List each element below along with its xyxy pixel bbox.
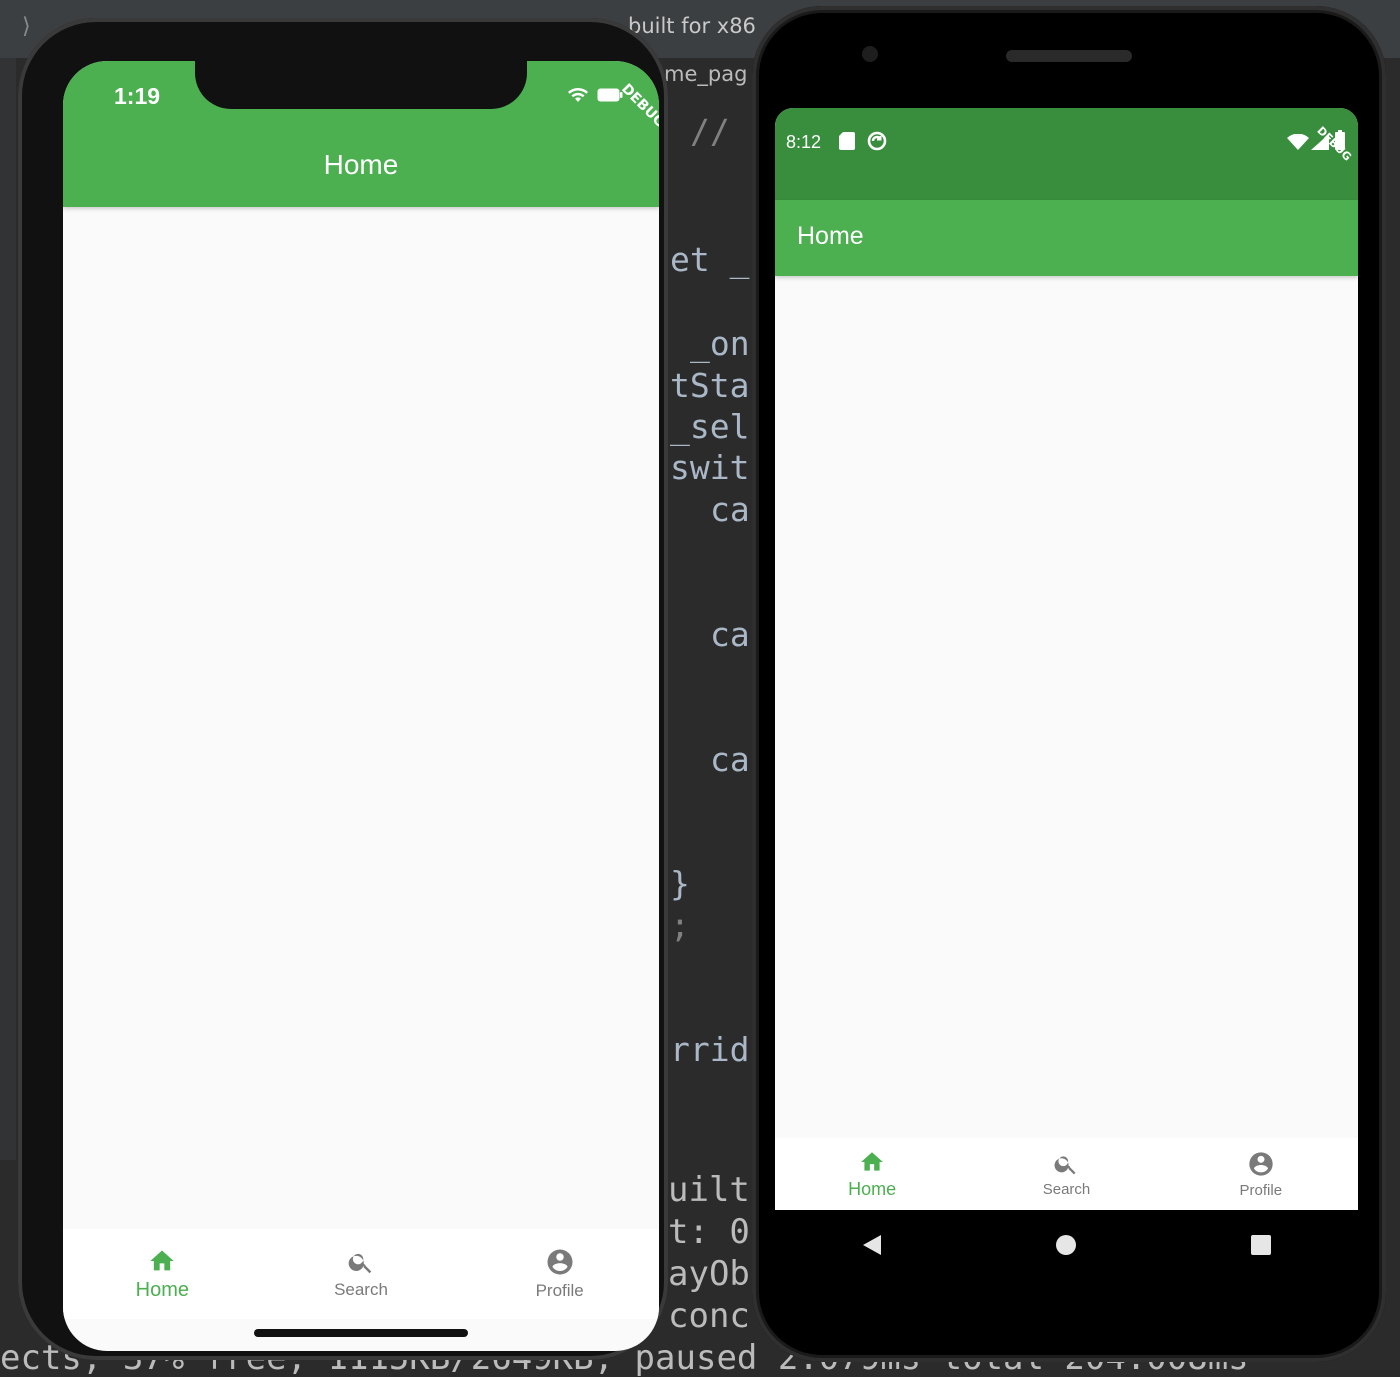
- nav-label: Search: [334, 1280, 388, 1299]
- code-line: _sel: [670, 407, 750, 446]
- sd-card-icon: [839, 132, 855, 150]
- ios-simulator: 1:19 DEBUG Home Home Search Profile: [18, 18, 668, 1360]
- nav-label: Profile: [1239, 1181, 1283, 1199]
- code-line: ca: [710, 740, 750, 779]
- nav-item-profile[interactable]: Profile: [1164, 1138, 1358, 1210]
- nav-label: Home: [848, 1178, 897, 1199]
- home-indicator[interactable]: [254, 1329, 468, 1337]
- account-circle-icon: [547, 1249, 573, 1275]
- console-line: t: 0: [668, 1212, 750, 1252]
- ide-nav-arrow-icon[interactable]: ⟩: [22, 14, 31, 39]
- home-button-icon[interactable]: [1055, 1234, 1077, 1256]
- code-line: swit: [670, 448, 750, 487]
- recents-icon[interactable]: [1250, 1234, 1272, 1256]
- console-line: ayOb: [668, 1254, 750, 1294]
- back-icon[interactable]: [861, 1233, 883, 1257]
- account-circle-icon: [1249, 1151, 1273, 1176]
- code-line: _on: [690, 324, 750, 363]
- app-bar-title: Home: [797, 222, 864, 250]
- code-line: //: [690, 112, 730, 151]
- nav-label: Search: [1042, 1180, 1091, 1198]
- system-navigation-bar: [775, 1210, 1358, 1280]
- android-emulator: 8:12 DEBUG Home Home Search Profile: [752, 6, 1386, 1362]
- nav-item-search[interactable]: Search: [262, 1229, 461, 1319]
- code-line: ca: [710, 490, 750, 529]
- debug-banner: DEBUG: [1314, 124, 1354, 164]
- nav-item-profile[interactable]: Profile: [460, 1229, 659, 1319]
- nav-item-home[interactable]: Home: [63, 1229, 262, 1319]
- console-line: conc: [668, 1296, 750, 1336]
- ios-screen: 1:19 DEBUG Home Home Search Profile: [63, 61, 659, 1351]
- search-icon: [1055, 1155, 1077, 1174]
- status-bar: 8:12 DEBUG: [775, 108, 1358, 200]
- earpiece-speaker: [1006, 50, 1132, 62]
- code-line: et _: [670, 240, 750, 279]
- nav-label: Profile: [535, 1281, 584, 1300]
- nav-label: Home: [135, 1278, 190, 1301]
- ide-file-tab[interactable]: me_pag: [664, 62, 747, 86]
- code-line: rrid: [670, 1030, 750, 1069]
- app-bar: Home: [775, 200, 1358, 276]
- app-bar: 1:19 DEBUG Home: [63, 61, 659, 207]
- status-time: 8:12: [786, 132, 822, 152]
- code-line: ca: [710, 615, 750, 654]
- wifi-icon: [568, 88, 588, 102]
- console-line: uilt: [668, 1170, 750, 1210]
- status-time: 1:19: [114, 83, 161, 109]
- bottom-navigation: Home Search Profile: [775, 1138, 1358, 1210]
- sync-icon: [867, 131, 887, 151]
- search-icon: [348, 1253, 372, 1274]
- nav-item-home[interactable]: Home: [775, 1138, 969, 1210]
- app-bar-title: Home: [323, 149, 399, 180]
- front-camera: [862, 46, 878, 62]
- code-line: }: [670, 864, 690, 903]
- code-line: tSta: [670, 366, 750, 405]
- home-icon: [150, 1250, 174, 1270]
- code-line: ;: [670, 906, 690, 945]
- notch: [195, 61, 527, 109]
- ide-run-title: built for x86: [628, 14, 756, 38]
- bottom-navigation: Home Search Profile: [63, 1229, 659, 1319]
- home-icon: [861, 1151, 883, 1171]
- nav-item-search[interactable]: Search: [969, 1138, 1163, 1210]
- android-screen: 8:12 DEBUG Home Home Search Profile: [775, 108, 1358, 1210]
